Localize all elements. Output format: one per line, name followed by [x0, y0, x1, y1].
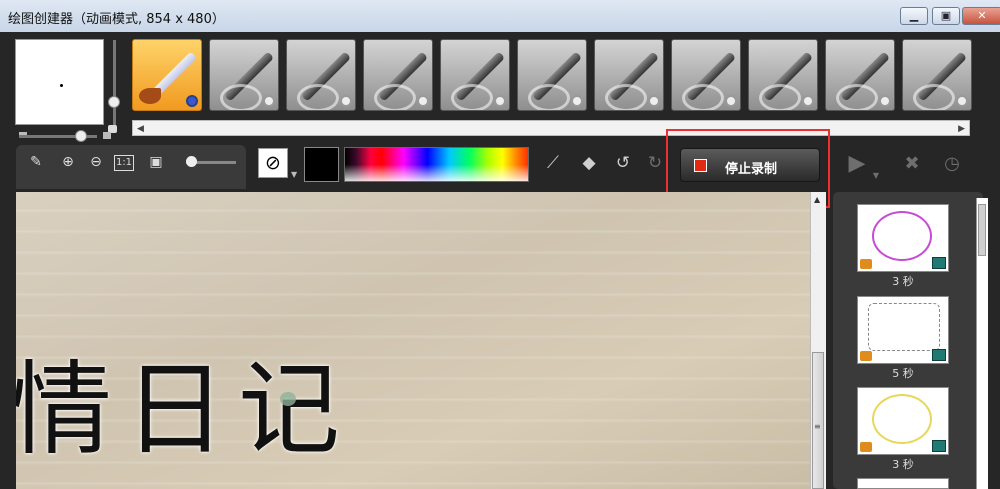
- brush-dot: [60, 84, 63, 87]
- chevron-down-icon[interactable]: ▼: [291, 170, 297, 179]
- drawing-canvas[interactable]: 情日记: [16, 192, 810, 489]
- gear-icon[interactable]: [263, 95, 275, 107]
- frame-art-pink-face: [872, 211, 932, 261]
- tool-brush[interactable]: [825, 39, 895, 111]
- tool-marker[interactable]: [594, 39, 664, 111]
- canvas-scrollbar-thumb[interactable]: [812, 352, 824, 489]
- eyedropper-icon[interactable]: ⟋: [540, 150, 566, 176]
- gear-icon[interactable]: [571, 95, 583, 107]
- opacity-slider-knob[interactable]: [108, 96, 120, 108]
- tool-pen[interactable]: [671, 39, 741, 111]
- gear-icon[interactable]: [494, 95, 506, 107]
- eraser-icon[interactable]: ◆: [576, 150, 602, 176]
- play-options-chevron-icon[interactable]: ▼: [870, 162, 882, 190]
- frames-scrollbar[interactable]: [976, 198, 988, 489]
- frame-thumbnail[interactable]: [857, 296, 949, 364]
- gear-icon[interactable]: [340, 95, 352, 107]
- frame-thumbnail[interactable]: [857, 478, 949, 489]
- crown-icon: [860, 259, 872, 269]
- frame-duration: 3 秒: [892, 275, 914, 288]
- size-slider-knob[interactable]: [75, 130, 87, 142]
- zoom-out-icon[interactable]: ⊖: [86, 152, 106, 172]
- actual-size-button[interactable]: 1:1: [114, 155, 134, 171]
- no-color-button[interactable]: ⊘: [258, 148, 288, 178]
- canvas-scrollbar[interactable]: ▲ ≡: [810, 192, 826, 489]
- scroll-grip-icon: ≡: [814, 422, 821, 431]
- color-spectrum[interactable]: [344, 147, 529, 182]
- restore-button[interactable]: ▣: [932, 7, 960, 25]
- background-image-icon[interactable]: ▣: [146, 152, 166, 172]
- frame-art-sun: [872, 394, 932, 444]
- scroll-up-icon[interactable]: ▲: [814, 195, 820, 204]
- opacity-slider[interactable]: [108, 40, 120, 128]
- frame-duration: 3 秒: [892, 458, 914, 471]
- timer-icon[interactable]: ◷: [938, 150, 966, 178]
- gear-icon[interactable]: [186, 95, 198, 107]
- tool-fill-pen[interactable]: [902, 39, 972, 111]
- film-icon: [932, 440, 946, 452]
- edit-icon[interactable]: ✎: [26, 152, 46, 172]
- close-button[interactable]: ✕: [962, 7, 1000, 25]
- redo-icon[interactable]: ↻: [642, 150, 668, 176]
- tool-pencil[interactable]: [517, 39, 587, 111]
- gear-icon[interactable]: [802, 95, 814, 107]
- gear-icon[interactable]: [879, 95, 891, 107]
- film-icon: [932, 349, 946, 361]
- scroll-right-icon[interactable]: ▶: [958, 124, 965, 134]
- size-max-icon: [103, 132, 111, 139]
- frame-art-world-map: [868, 303, 940, 351]
- tool-airbrush[interactable]: [209, 39, 279, 111]
- frame-thumbnail[interactable]: [857, 204, 949, 272]
- tool-stamp[interactable]: [748, 39, 818, 111]
- crown-icon: [860, 442, 872, 452]
- scroll-left-icon[interactable]: ◀: [137, 124, 144, 134]
- canvas-handwriting: 情日记: [16, 351, 352, 470]
- tool-chalk[interactable]: [440, 39, 510, 111]
- gear-icon[interactable]: [725, 95, 737, 107]
- zoom-slider-knob[interactable]: [186, 156, 197, 167]
- brush-preview: [15, 39, 104, 125]
- film-icon: [932, 257, 946, 269]
- tool-paintbrush[interactable]: [132, 39, 202, 111]
- title-bar: 绘图创建器（动画模式, 854 x 480） ▁ ▣ ✕: [0, 0, 1000, 33]
- frame-thumbnail[interactable]: [857, 387, 949, 455]
- zoom-in-icon[interactable]: ⊕: [58, 152, 78, 172]
- tool-scrollbar[interactable]: ◀ ▶: [132, 120, 970, 136]
- gear-icon[interactable]: [956, 95, 968, 107]
- tool-pastel[interactable]: [363, 39, 433, 111]
- tool-crayon[interactable]: [286, 39, 356, 111]
- delete-frame-icon[interactable]: ✖: [898, 150, 926, 178]
- frame-duration: 5 秒: [892, 367, 914, 380]
- undo-icon[interactable]: ↺: [610, 150, 636, 176]
- gear-icon[interactable]: [417, 95, 429, 107]
- size-slider[interactable]: [19, 130, 97, 142]
- crown-icon: [860, 351, 872, 361]
- frames-scrollbar-thumb[interactable]: [978, 204, 986, 256]
- tool-strip: [132, 39, 977, 112]
- paint-dot: [280, 392, 296, 406]
- gear-icon[interactable]: [648, 95, 660, 107]
- current-color-swatch[interactable]: [304, 147, 339, 182]
- minimize-button[interactable]: ▁: [900, 7, 928, 25]
- zoom-slider[interactable]: [186, 156, 236, 167]
- play-icon[interactable]: ▶: [843, 150, 871, 178]
- window-title: 绘图创建器（动画模式, 854 x 480）: [8, 12, 225, 27]
